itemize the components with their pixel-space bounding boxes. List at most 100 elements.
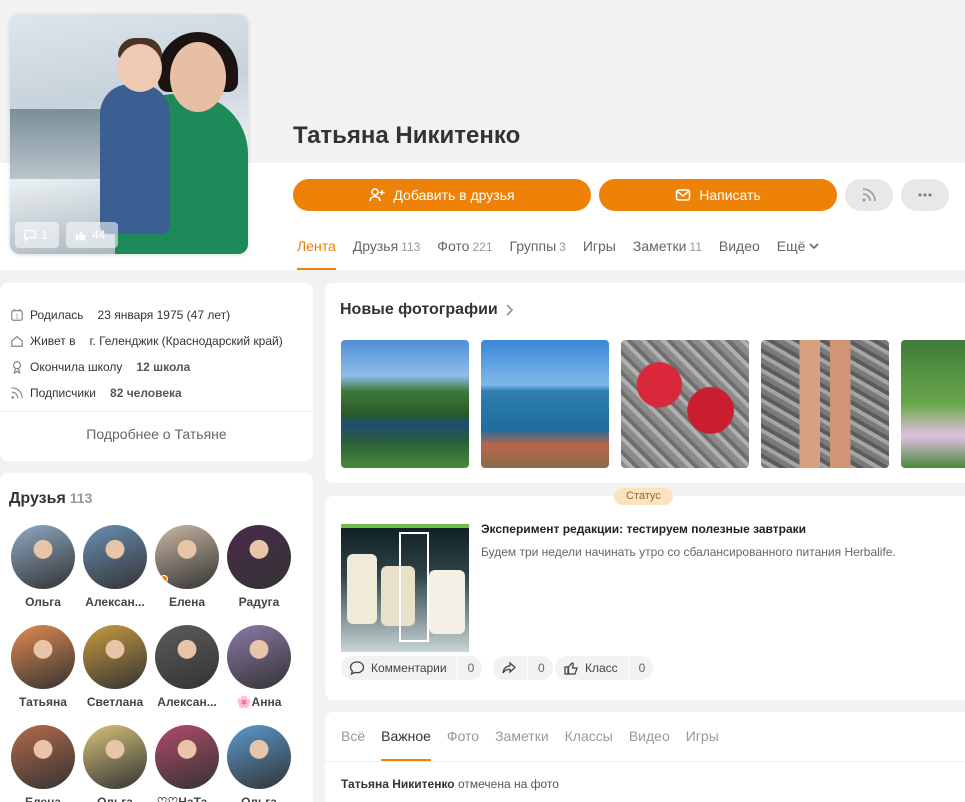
profile-avatar[interactable]: 1 44 <box>10 14 248 254</box>
friend-item[interactable]: Ольга <box>77 725 153 802</box>
friend-name: Елена <box>168 595 206 609</box>
more-about-link[interactable]: Подробнее о Татьяне <box>0 426 313 442</box>
friend-item[interactable]: Елена <box>149 525 225 609</box>
friend-avatar[interactable] <box>227 625 291 689</box>
friend-name: 🌸Анна <box>236 695 282 709</box>
new-photos-title[interactable]: Новые фотографии <box>340 301 514 319</box>
tab-feed[interactable]: Лента <box>297 238 336 270</box>
tab-photos[interactable]: Фото 221 <box>437 238 492 270</box>
photo-thumb-sneakers[interactable] <box>621 340 749 468</box>
friend-avatar[interactable] <box>155 525 219 589</box>
home-icon <box>11 335 23 347</box>
friend-avatar[interactable] <box>11 725 75 789</box>
info-born: 1 Родилась 23 января 1975 (47 лет) <box>10 308 230 322</box>
feed-tab-notes[interactable]: Заметки <box>495 728 549 761</box>
svg-text:1: 1 <box>15 314 19 321</box>
avatar-comments-badge[interactable]: 1 <box>15 222 59 248</box>
friend-item[interactable]: Алексан... <box>149 625 225 709</box>
profile-tabs: Лента Друзья 113 Фото 221 Группы 3 Игры Зам… <box>297 238 836 270</box>
feed-tab-photos[interactable]: Фото <box>447 728 479 761</box>
write-message-button[interactable]: Написать <box>599 179 837 211</box>
friend-avatar[interactable] <box>11 625 75 689</box>
friend-avatar[interactable] <box>155 625 219 689</box>
comments-button[interactable]: Комментарии 0 <box>341 656 483 680</box>
friend-avatar[interactable] <box>155 725 219 789</box>
comment-icon <box>24 229 36 242</box>
rss-icon <box>11 387 23 399</box>
friend-name: Алексан... <box>157 695 217 709</box>
friend-name: Ольга <box>241 795 277 802</box>
feed-tab-video[interactable]: Видео <box>629 728 670 761</box>
mail-icon <box>676 189 691 201</box>
subscribers-link[interactable]: 82 человека <box>110 386 182 400</box>
photo-thumb-flowers[interactable] <box>901 340 965 468</box>
feed-tab-games[interactable]: Игры <box>686 728 719 761</box>
feed-tab-important[interactable]: Важное <box>381 728 431 761</box>
tab-notes[interactable]: Заметки 11 <box>633 238 702 270</box>
friend-avatar[interactable] <box>11 525 75 589</box>
friend-item[interactable]: Алексан... <box>77 525 153 609</box>
feed-tabs: Всё Важное Фото Заметки Классы Видео Игр… <box>341 728 735 761</box>
avatar-likes-badge[interactable]: 44 <box>66 222 118 248</box>
avatar-comments-count: 1 <box>41 228 48 242</box>
tab-video[interactable]: Видео <box>719 238 760 270</box>
lives-link[interactable]: г. Геленджик (Краснодарский край) <box>90 334 283 348</box>
thumbs-up-icon <box>564 662 578 675</box>
friend-avatar[interactable] <box>227 525 291 589</box>
add-friend-button[interactable]: Добавить в друзья <box>293 179 591 211</box>
photo-thumb-legs-pebbles[interactable] <box>761 340 889 468</box>
divider <box>325 761 965 762</box>
friend-item[interactable]: Елена <box>5 725 81 802</box>
online-indicator <box>160 575 168 583</box>
school-icon <box>12 361 22 374</box>
photo-thumb-sea[interactable] <box>481 340 609 468</box>
tab-friends[interactable]: Друзья 113 <box>353 238 421 270</box>
friend-item[interactable]: 🌸Анна <box>221 625 297 709</box>
friend-name: Елена <box>24 795 62 802</box>
friend-avatar[interactable] <box>83 625 147 689</box>
avatar-likes-count: 44 <box>92 228 106 242</box>
info-subscribers: Подписчики 82 человека <box>10 386 182 400</box>
chevron-right-icon <box>506 304 514 316</box>
friend-item[interactable]: Ольга <box>5 525 81 609</box>
subscribe-button[interactable] <box>845 179 893 211</box>
friends-title[interactable]: Друзья 113 <box>9 490 92 508</box>
feed-item: Татьяна Никитенко отмечена на фото <box>341 777 559 791</box>
status-card: Статус Эксперимент редакции: тестируем п… <box>325 488 965 700</box>
friend-name: ♡♡НаТа... <box>156 795 218 802</box>
info-school: Окончила школу 12 школа <box>10 360 190 374</box>
status-badge: Статус <box>614 488 673 505</box>
friend-avatar[interactable] <box>227 725 291 789</box>
friend-name: Алексан... <box>85 595 145 609</box>
friend-name: Светлана <box>86 695 144 709</box>
school-link[interactable]: 12 школа <box>136 360 190 374</box>
share-button[interactable]: 0 <box>493 656 553 680</box>
thumbs-up-icon <box>75 230 87 241</box>
friend-name: Татьяна <box>19 695 67 709</box>
new-photos-card: Новые фотографии <box>325 283 965 483</box>
avatar-photo <box>10 14 248 254</box>
feed-item-author[interactable]: Татьяна Никитенко <box>341 777 455 791</box>
status-headline[interactable]: Эксперимент редакции: тестируем полезные… <box>481 522 806 536</box>
friend-avatar[interactable] <box>83 525 147 589</box>
friend-item[interactable]: Радуга <box>221 525 297 609</box>
photo-thumb-mountains-lake[interactable] <box>341 340 469 468</box>
feed-tab-all[interactable]: Всё <box>341 728 365 761</box>
friend-item[interactable]: ♡♡НаТа... <box>149 725 225 802</box>
friend-item[interactable]: Татьяна <box>5 625 81 709</box>
friend-avatar[interactable] <box>83 725 147 789</box>
friend-item[interactable]: Светлана <box>77 625 153 709</box>
friends-card: Друзья 113 Ольга Алексан... Елена Радуга Тать… <box>0 473 313 802</box>
tab-games[interactable]: Игры <box>583 238 616 270</box>
add-friend-label: Добавить в друзья <box>393 187 515 203</box>
tab-more[interactable]: Ещё <box>777 238 820 270</box>
add-user-icon <box>369 188 385 202</box>
status-image[interactable] <box>341 524 469 652</box>
tab-groups[interactable]: Группы 3 <box>510 238 566 270</box>
feed-tab-likes[interactable]: Классы <box>565 728 613 761</box>
like-button[interactable]: Класс 0 <box>555 656 654 680</box>
profile-info-card: 1 Родилась 23 января 1975 (47 лет) Живет… <box>0 283 313 461</box>
more-actions-button[interactable] <box>901 179 949 211</box>
friend-name: Радуга <box>238 595 280 609</box>
friend-item[interactable]: Ольга <box>221 725 297 802</box>
